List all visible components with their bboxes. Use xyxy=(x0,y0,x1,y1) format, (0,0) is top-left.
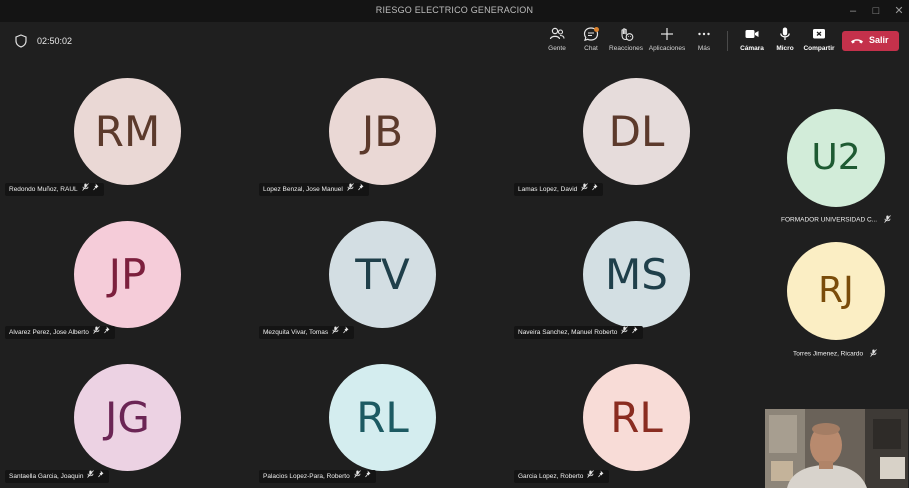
participant-name: Lamas Lopez, David xyxy=(518,186,578,194)
meeting-timer: 02:50:02 xyxy=(37,36,73,46)
participant-nametag: Torres Jimenez, Ricardo xyxy=(793,349,877,359)
avatar: RL xyxy=(329,364,436,471)
participant-name: Naveira Sanchez, Manuel Roberto xyxy=(518,329,618,337)
participant-tile[interactable]: JP Alvarez Perez, Jose Alberto xyxy=(5,207,255,347)
chat-notification-dot xyxy=(594,27,599,32)
share-label: Compartir xyxy=(803,45,835,52)
participant-nametag: Lopez Benzal, Jose Manuel xyxy=(259,183,369,196)
leave-label: Salir xyxy=(869,35,889,45)
pin-icon[interactable] xyxy=(364,470,372,483)
mic-button[interactable]: Micro xyxy=(774,26,796,56)
participant-tile[interactable]: RL Palacios Lopez-Para, Roberto xyxy=(259,350,509,488)
mic-off-icon xyxy=(332,326,339,339)
avatar: JB xyxy=(329,78,436,185)
pin-icon[interactable] xyxy=(343,326,350,339)
mic-label: Micro xyxy=(776,45,794,52)
participant-tile[interactable]: TV Mezquita Vivar, Tomas xyxy=(259,207,509,347)
mic-off-icon xyxy=(870,349,877,359)
participant-name: Mezquita Vivar, Tomas xyxy=(263,329,329,337)
participant-tile[interactable]: JG Santaella Garcia, Joaquin xyxy=(5,350,255,488)
apps-button[interactable]: Aplicaciones xyxy=(647,26,687,56)
participant-nametag: Santaella Garcia, Joaquin xyxy=(5,470,110,483)
people-icon xyxy=(549,27,565,40)
microphone-icon xyxy=(780,27,790,40)
maximize-icon[interactable]: □ xyxy=(868,3,884,19)
share-button[interactable]: Compartir xyxy=(803,26,835,56)
avatar: RJ xyxy=(787,242,885,340)
avatar: JP xyxy=(74,221,181,328)
avatar: MS xyxy=(583,221,690,328)
mic-off-icon xyxy=(581,183,589,196)
participant-name: Torres Jimenez, Ricardo xyxy=(793,350,864,358)
avatar: DL xyxy=(583,78,690,185)
participant-name: Garcia Lopez, Roberto xyxy=(518,473,584,481)
mic-off-icon xyxy=(93,326,100,339)
toolbar-divider xyxy=(727,31,728,51)
camera-label: Cámara xyxy=(740,45,764,52)
people-label: Gente xyxy=(548,45,566,52)
avatar: TV xyxy=(329,221,436,328)
share-screen-icon xyxy=(813,29,825,39)
camera-icon xyxy=(745,30,759,38)
participant-nametag: Alvarez Perez, Jose Alberto xyxy=(5,326,115,339)
participant-name: Palacios Lopez-Para, Roberto xyxy=(263,473,350,481)
participant-tile[interactable]: JB Lopez Benzal, Jose Manuel xyxy=(259,64,509,204)
meeting-toolbar: 02:50:02 Gente Chat Reacciones Aplicacio… xyxy=(0,22,909,60)
people-button[interactable]: Gente xyxy=(544,26,570,56)
mic-off-icon xyxy=(87,470,95,483)
participant-nametag: FORMADOR UNIVERSIDAD C... xyxy=(781,215,891,225)
participant-name: Redondo Muñoz, RAUL xyxy=(9,186,78,194)
pin-icon[interactable] xyxy=(592,183,599,196)
pin-icon[interactable] xyxy=(632,326,639,339)
participant-name: Alvarez Perez, Jose Alberto xyxy=(9,329,89,337)
mic-off-icon xyxy=(353,470,361,483)
reactions-label: Reacciones xyxy=(609,45,643,52)
chat-label: Chat xyxy=(584,45,598,52)
minimize-icon[interactable]: – xyxy=(845,3,861,19)
camera-button[interactable]: Cámara xyxy=(739,26,765,56)
avatar: U2 xyxy=(787,109,885,207)
participant-nametag: Naveira Sanchez, Manuel Roberto xyxy=(514,326,644,339)
participant-name: Lopez Benzal, Jose Manuel xyxy=(263,186,343,194)
shield-icon xyxy=(15,34,27,48)
pin-icon[interactable] xyxy=(104,326,111,339)
participant-name: Santaella Garcia, Joaquin xyxy=(9,473,84,481)
mic-off-icon xyxy=(621,326,629,339)
participant-tile[interactable]: MS Naveira Sanchez, Manuel Roberto xyxy=(514,207,764,347)
participant-nametag: Garcia Lopez, Roberto xyxy=(514,470,610,483)
mic-off-icon xyxy=(81,183,89,196)
mic-off-icon xyxy=(347,183,354,196)
mic-off-icon xyxy=(884,215,891,225)
self-video-image xyxy=(765,409,908,488)
pin-icon[interactable] xyxy=(98,470,105,483)
participant-name: FORMADOR UNIVERSIDAD C... xyxy=(781,216,878,224)
more-label: Más xyxy=(697,45,711,52)
participant-nametag: Mezquita Vivar, Tomas xyxy=(259,326,355,339)
participant-nametag: Palacios Lopez-Para, Roberto xyxy=(259,470,376,483)
mic-off-icon xyxy=(587,470,595,483)
avatar: RM xyxy=(74,78,181,185)
participant-tile[interactable]: DL Lamas Lopez, David xyxy=(514,64,764,204)
pin-icon[interactable] xyxy=(92,183,100,196)
self-video-preview[interactable] xyxy=(765,409,908,488)
participant-tile[interactable]: RM Redondo Muñoz, RAUL xyxy=(5,64,255,204)
leave-button[interactable]: Salir xyxy=(842,31,899,51)
participant-nametag: Lamas Lopez, David xyxy=(514,183,604,196)
avatar: RL xyxy=(583,364,690,471)
pin-icon[interactable] xyxy=(598,470,605,483)
more-options-icon xyxy=(698,32,710,36)
more-button[interactable]: Más xyxy=(693,26,715,56)
plus-icon xyxy=(661,28,673,40)
apps-label: Aplicaciones xyxy=(648,45,686,52)
pin-icon[interactable] xyxy=(358,183,365,196)
reactions-button[interactable]: Reacciones xyxy=(609,26,643,56)
reactions-icon xyxy=(621,28,634,41)
avatar: JG xyxy=(74,364,181,471)
participant-nametag: Redondo Muñoz, RAUL xyxy=(5,183,104,196)
window-title: RIESGO ELECTRICO GENERACION xyxy=(375,5,534,15)
title-bar: RIESGO ELECTRICO GENERACION – □ ✕ xyxy=(0,0,909,22)
participant-tile[interactable]: RL Garcia Lopez, Roberto xyxy=(514,350,764,488)
close-icon[interactable]: ✕ xyxy=(891,3,907,19)
hang-up-icon xyxy=(851,39,863,44)
